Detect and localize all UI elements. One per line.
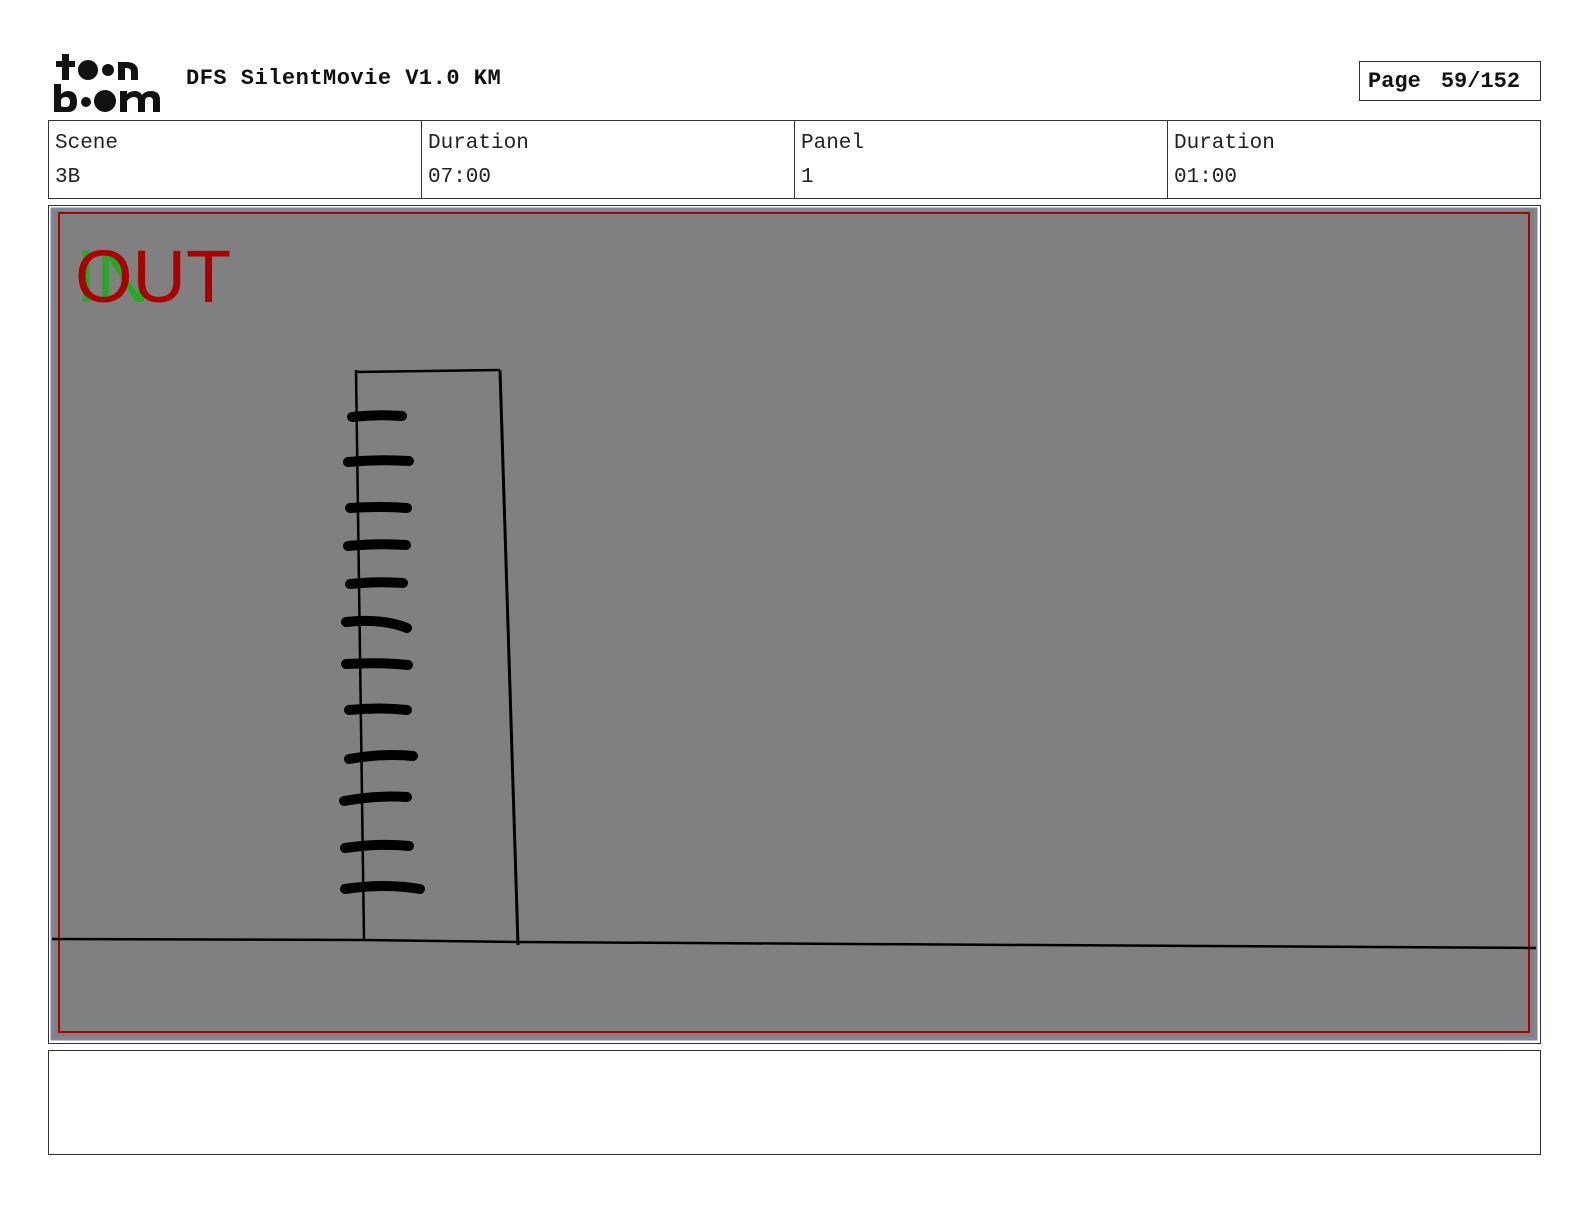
- panel-duration-label: Duration: [1174, 132, 1275, 155]
- panel-info-table: Scene 3B Duration 07:00 Panel 1 Duration…: [48, 120, 1541, 199]
- panel-duration-cell: Duration 01:00: [1167, 121, 1540, 198]
- floor-stroke: [341, 658, 413, 670]
- scene-label: Scene: [55, 132, 119, 155]
- logo-bottom-row: [54, 84, 160, 112]
- panel-duration-value: 01:00: [1174, 166, 1238, 189]
- panel-cell: Panel 1: [794, 121, 1167, 198]
- document-title: DFS SilentMovie V1.0 KM: [186, 66, 502, 91]
- storyboard-panel: IN OUT: [48, 205, 1541, 1044]
- toon-boom-logo: [54, 54, 160, 112]
- panel-label: Panel: [801, 132, 865, 155]
- floor-stroke: [343, 455, 414, 467]
- panel-drawing: IN OUT: [50, 207, 1538, 1041]
- logo-top-row: [56, 54, 138, 80]
- floor-stroke: [343, 539, 411, 551]
- page-label: Page: [1368, 68, 1421, 94]
- floor-stroke: [345, 577, 408, 589]
- page-indicator: Page 59/152: [1359, 61, 1541, 101]
- page-number: 59/152: [1440, 68, 1521, 94]
- out-marker: OUT: [75, 235, 231, 318]
- floor-stroke: [347, 410, 407, 422]
- panel-background: [52, 209, 1536, 1039]
- panel-value: 1: [801, 166, 814, 189]
- panel-notes: [48, 1050, 1541, 1155]
- floor-stroke: [344, 750, 418, 764]
- floor-stroke: [344, 703, 412, 715]
- floor-stroke: [345, 502, 412, 513]
- scene-value: 3B: [55, 166, 81, 189]
- floor-stroke: [339, 791, 412, 806]
- scene-cell: Scene 3B: [49, 121, 421, 198]
- scene-duration-value: 07:00: [428, 166, 492, 189]
- scene-duration-cell: Duration 07:00: [421, 121, 794, 198]
- scene-duration-label: Duration: [428, 132, 529, 155]
- floor-stroke: [340, 881, 425, 894]
- floor-stroke: [340, 839, 414, 853]
